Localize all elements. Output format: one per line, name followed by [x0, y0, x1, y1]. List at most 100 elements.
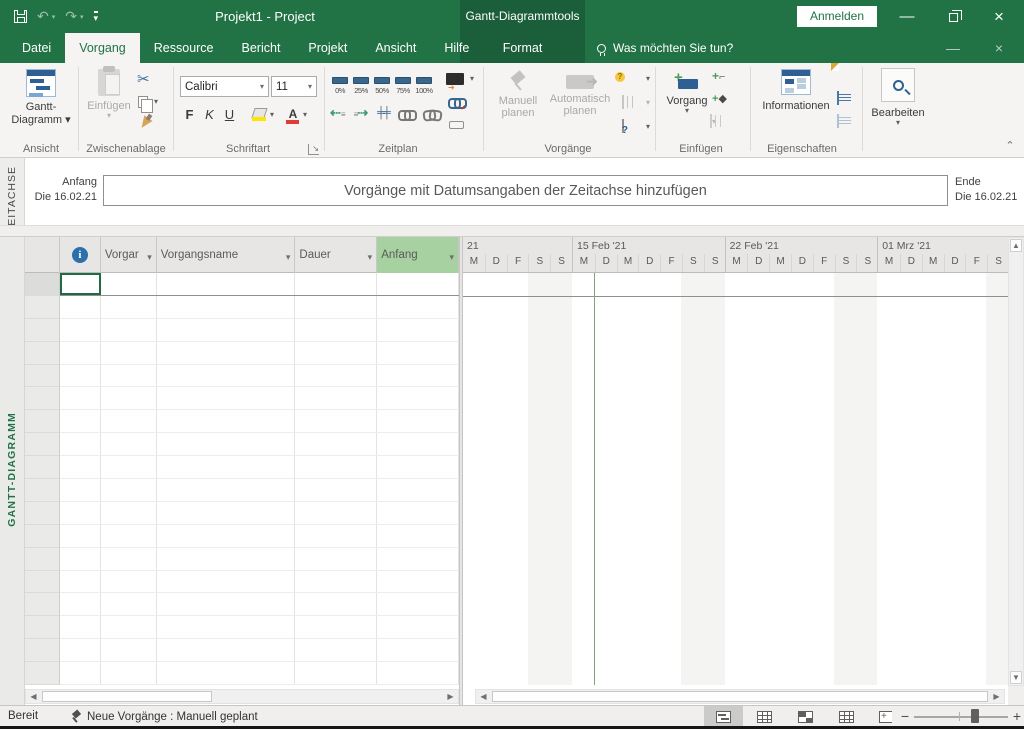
copy-button[interactable]: ▾ — [138, 94, 160, 110]
tab-format[interactable]: Format — [460, 33, 585, 63]
task-cell[interactable] — [157, 616, 296, 638]
row-header[interactable] — [25, 342, 60, 365]
add-to-timeline-button[interactable] — [837, 115, 839, 127]
redo-dropdown-icon[interactable]: ▾ — [80, 13, 84, 21]
team-planner-view-button[interactable] — [786, 706, 825, 727]
cut-button[interactable]: ✂ — [137, 71, 159, 87]
tab-datei[interactable]: Datei — [8, 33, 65, 63]
table-row[interactable] — [25, 616, 459, 639]
task-cell[interactable] — [60, 342, 101, 364]
task-cell[interactable] — [157, 593, 296, 615]
task-cell[interactable] — [295, 365, 377, 387]
zoom-slider-track[interactable] — [914, 716, 1008, 718]
tab-vorgang[interactable]: Vorgang — [65, 33, 140, 63]
manually-schedule-button[interactable]: Manuell planen — [492, 71, 544, 119]
background-color-icon[interactable] — [252, 108, 267, 121]
bold-button[interactable]: F — [181, 107, 198, 122]
table-row[interactable] — [25, 456, 459, 479]
task-cell[interactable] — [295, 639, 377, 661]
gantt-vertical-scrollbar[interactable]: ▲ ▼ — [1008, 237, 1024, 686]
task-cell[interactable] — [101, 319, 157, 341]
link-tasks-icon[interactable] — [398, 109, 414, 118]
table-row[interactable] — [25, 273, 459, 296]
tell-me-search[interactable]: Was möchten Sie tun? — [597, 33, 733, 63]
task-cell[interactable] — [101, 456, 157, 478]
task-cell[interactable] — [157, 387, 296, 409]
task-cell[interactable] — [157, 525, 296, 547]
collapse-ribbon-icon[interactable]: ⌃ — [1002, 140, 1018, 154]
select-all-corner[interactable] — [25, 237, 60, 273]
row-header[interactable] — [25, 456, 60, 479]
scroll-right-icon[interactable]: ▶ — [990, 691, 1003, 702]
indent-task-icon[interactable]: ≡⇢ — [354, 105, 369, 121]
task-cell[interactable] — [157, 273, 296, 295]
row-header[interactable] — [25, 479, 60, 502]
scroll-right-icon[interactable]: ▶ — [444, 691, 457, 702]
task-cell[interactable] — [377, 296, 459, 318]
insert-summary-button[interactable]: +⌐ — [712, 69, 725, 83]
row-header[interactable] — [25, 387, 60, 410]
table-row[interactable] — [25, 433, 459, 456]
task-cell[interactable] — [101, 433, 157, 455]
percent-0-button[interactable]: 0% — [330, 77, 350, 95]
ribbon-close-icon[interactable]: × — [982, 33, 1016, 63]
unlink-tasks-icon[interactable] — [423, 109, 439, 118]
task-cell[interactable] — [101, 387, 157, 409]
minimize-button[interactable]: — — [890, 0, 924, 33]
task-cell[interactable] — [60, 616, 101, 638]
insert-task-button[interactable]: + Vorgang ▾ — [663, 71, 711, 115]
filter-arrow-icon[interactable]: ▾ — [368, 252, 373, 263]
gantt-body[interactable] — [463, 273, 1008, 685]
undo-dropdown-icon[interactable]: ▾ — [52, 13, 56, 21]
row-header[interactable] — [25, 616, 60, 639]
tab-ressource[interactable]: Ressource — [140, 33, 228, 63]
row-header[interactable] — [25, 525, 60, 548]
outdent-task-icon[interactable]: ⇠≡ — [330, 105, 345, 121]
task-cell[interactable] — [377, 525, 459, 547]
task-cell[interactable] — [60, 479, 101, 501]
task-cell[interactable] — [60, 639, 101, 661]
table-row[interactable] — [25, 502, 459, 525]
format-painter-button[interactable] — [140, 115, 162, 131]
close-button[interactable]: × — [982, 0, 1016, 33]
table-row[interactable] — [25, 387, 459, 410]
font-size-combo[interactable]: 11▾ — [271, 76, 317, 97]
column-header-vorgangsmodus[interactable]: Vorgar▾ — [101, 237, 157, 273]
percent-100-button[interactable]: 100% — [414, 77, 434, 95]
gantt-scroll-thumb[interactable] — [492, 691, 988, 702]
auto-schedule-button[interactable]: Automatisch planen — [542, 75, 618, 117]
task-cell[interactable] — [157, 456, 296, 478]
paste-button[interactable]: Einfügen ▾ — [86, 69, 132, 120]
gantt-horizontal-scrollbar[interactable]: ◀ ▶ — [475, 689, 1005, 704]
task-cell[interactable] — [157, 479, 296, 501]
underline-button[interactable]: U — [221, 107, 238, 122]
task-cell[interactable] — [295, 319, 377, 341]
column-header-dauer[interactable]: Dauer▾ — [295, 237, 377, 273]
task-cell[interactable] — [295, 456, 377, 478]
split-task-icon[interactable]: ╪╪ — [377, 107, 389, 119]
task-cell[interactable] — [157, 662, 296, 684]
task-cell[interactable] — [60, 365, 101, 387]
task-cell[interactable] — [60, 456, 101, 478]
table-scroll-thumb[interactable] — [42, 691, 212, 702]
row-header[interactable] — [25, 410, 60, 433]
new-tasks-mode-button[interactable]: Neue Vorgänge : Manuell geplant — [70, 706, 258, 727]
task-cell[interactable] — [377, 571, 459, 593]
row-header[interactable] — [25, 502, 60, 525]
tab-bericht[interactable]: Bericht — [228, 33, 295, 63]
task-cell[interactable] — [295, 342, 377, 364]
table-row[interactable] — [25, 548, 459, 571]
task-cell[interactable] — [101, 502, 157, 524]
task-cell[interactable] — [377, 593, 459, 615]
table-row[interactable] — [25, 525, 459, 548]
task-cell[interactable] — [101, 479, 157, 501]
task-cell[interactable] — [377, 639, 459, 661]
resource-sheet-view-button[interactable] — [827, 706, 866, 727]
scroll-left-icon[interactable]: ◀ — [27, 691, 40, 702]
task-cell[interactable] — [101, 548, 157, 570]
inspect-dropdown-icon[interactable]: ▾ — [646, 75, 650, 83]
task-cell[interactable] — [377, 273, 459, 295]
filter-arrow-icon[interactable]: ▾ — [449, 252, 454, 263]
timeline-pane[interactable]: Anfang Die 16.02.21 Vorgänge mit Datumsa… — [25, 158, 1024, 225]
row-header[interactable] — [25, 273, 60, 296]
